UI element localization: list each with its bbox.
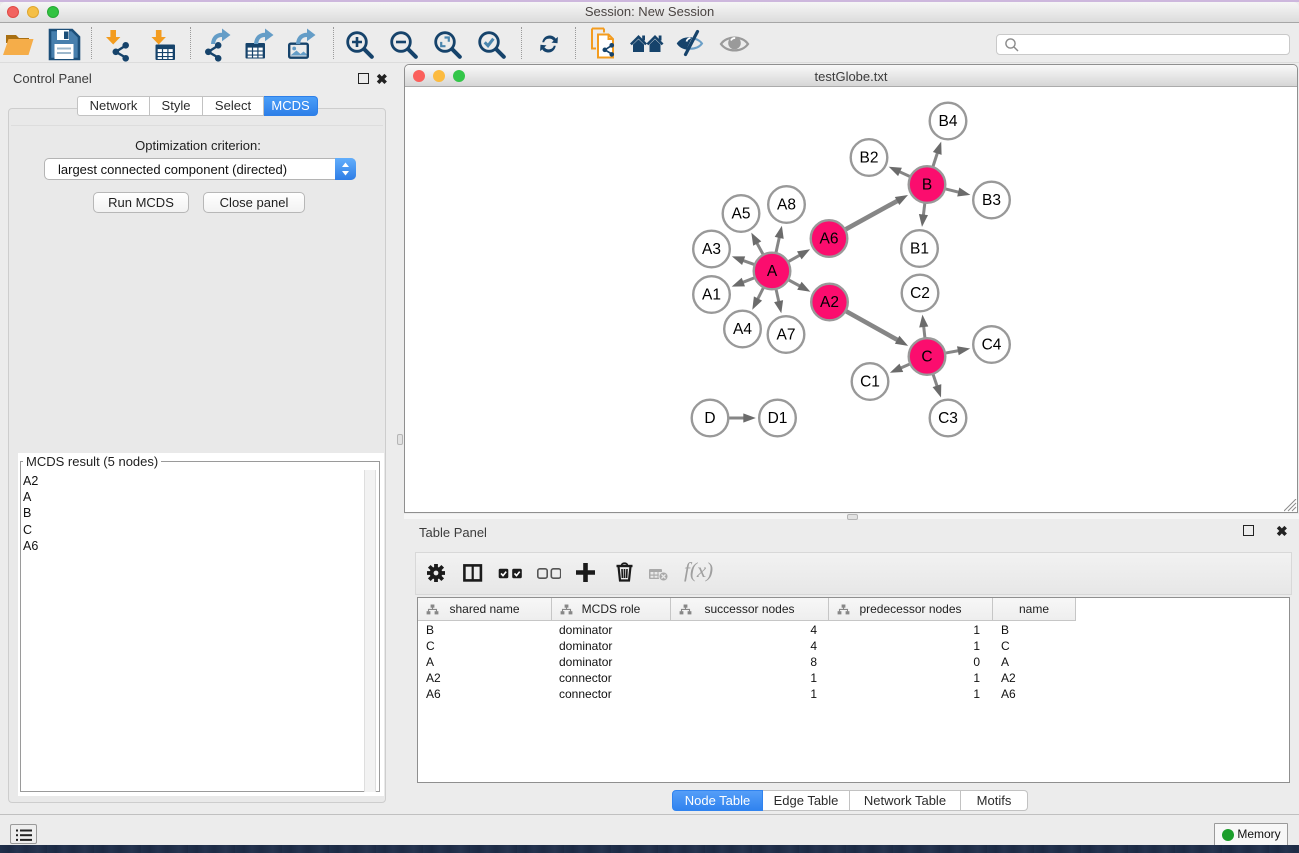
svg-text:A2: A2 xyxy=(820,294,839,311)
svg-text:D1: D1 xyxy=(768,410,788,427)
svg-text:B3: B3 xyxy=(982,192,1001,209)
svg-text:C: C xyxy=(921,349,932,366)
svg-text:A1: A1 xyxy=(702,287,721,304)
svg-text:A7: A7 xyxy=(777,327,796,344)
svg-text:A6: A6 xyxy=(820,231,839,248)
svg-text:B2: B2 xyxy=(860,150,879,167)
svg-text:A4: A4 xyxy=(733,321,752,338)
svg-text:A5: A5 xyxy=(732,206,751,223)
svg-text:C3: C3 xyxy=(938,410,958,427)
svg-text:B: B xyxy=(922,177,932,194)
svg-text:C1: C1 xyxy=(860,374,880,391)
svg-text:D: D xyxy=(704,410,715,427)
svg-text:B1: B1 xyxy=(910,241,929,258)
svg-text:A8: A8 xyxy=(777,197,796,214)
svg-text:A3: A3 xyxy=(702,241,721,258)
svg-text:C4: C4 xyxy=(982,337,1002,354)
svg-text:B4: B4 xyxy=(939,113,958,130)
svg-text:A: A xyxy=(767,263,778,280)
svg-text:C2: C2 xyxy=(910,285,930,302)
